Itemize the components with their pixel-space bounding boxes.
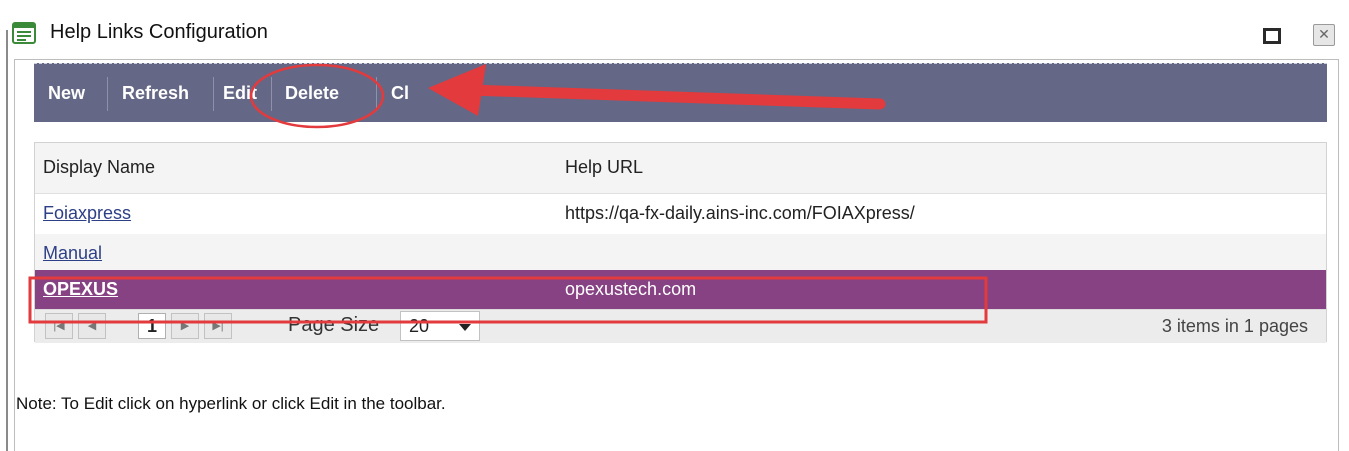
refresh-button[interactable]: Refresh — [122, 64, 189, 122]
toolbar: New Refresh Edit Delete Cl — [34, 63, 1327, 122]
close-button[interactable]: Cl — [391, 64, 409, 122]
page-size-value: 20 — [409, 316, 430, 336]
current-page[interactable]: 1 — [138, 313, 166, 339]
column-header-display-name[interactable]: Display Name — [43, 157, 155, 178]
toolbar-separator — [107, 77, 108, 111]
help-url-cell: opexustech.com — [565, 279, 697, 299]
first-page-icon[interactable]: |◀ — [45, 313, 73, 339]
prev-page-icon[interactable]: ◀ — [78, 313, 106, 339]
toolbar-separator — [213, 77, 214, 111]
toolbar-separator — [271, 77, 272, 111]
table-row-selected[interactable]: OPEXUS opexustech.com — [35, 270, 1326, 310]
column-header-help-url[interactable]: Help URL — [565, 157, 643, 178]
window-icon — [12, 22, 36, 44]
delete-button[interactable]: Delete — [285, 64, 339, 122]
chevron-down-icon — [459, 324, 471, 331]
title-bar: Help Links Configuration ✕ — [0, 0, 1349, 62]
toolbar-separator — [376, 77, 377, 111]
pager: |◀ ◀ 1 ▶ ▶| Page Size 20 3 items in 1 pa… — [35, 309, 1326, 343]
grid-header: Display Name Help URL — [35, 143, 1326, 194]
window-title: Help Links Configuration — [50, 21, 268, 43]
maximize-icon[interactable] — [1263, 28, 1281, 44]
display-name-link[interactable]: OPEXUS — [43, 279, 118, 300]
left-window-edge — [6, 30, 8, 451]
page-size-label: Page Size — [288, 314, 380, 336]
display-name-link[interactable]: Manual — [43, 243, 102, 264]
close-icon[interactable]: ✕ — [1313, 24, 1335, 46]
edit-button[interactable]: Edit — [223, 64, 257, 122]
page-size-select[interactable]: 20 — [400, 311, 480, 341]
display-name-link[interactable]: Foiaxpress — [43, 203, 131, 224]
help-links-grid: Display Name Help URL Foiaxpress https:/… — [34, 142, 1327, 343]
last-page-icon[interactable]: ▶| — [204, 313, 232, 339]
table-row[interactable]: Manual — [35, 234, 1326, 274]
edit-note: Note: To Edit click on hyperlink or clic… — [16, 394, 446, 413]
next-page-icon[interactable]: ▶ — [171, 313, 199, 339]
new-button[interactable]: New — [48, 64, 85, 122]
items-count: 3 items in 1 pages — [1161, 316, 1308, 336]
table-row[interactable]: Foiaxpress https://qa-fx-daily.ains-inc.… — [35, 194, 1326, 234]
help-url-cell: https://qa-fx-daily.ains-inc.com/FOIAXpr… — [565, 203, 915, 223]
